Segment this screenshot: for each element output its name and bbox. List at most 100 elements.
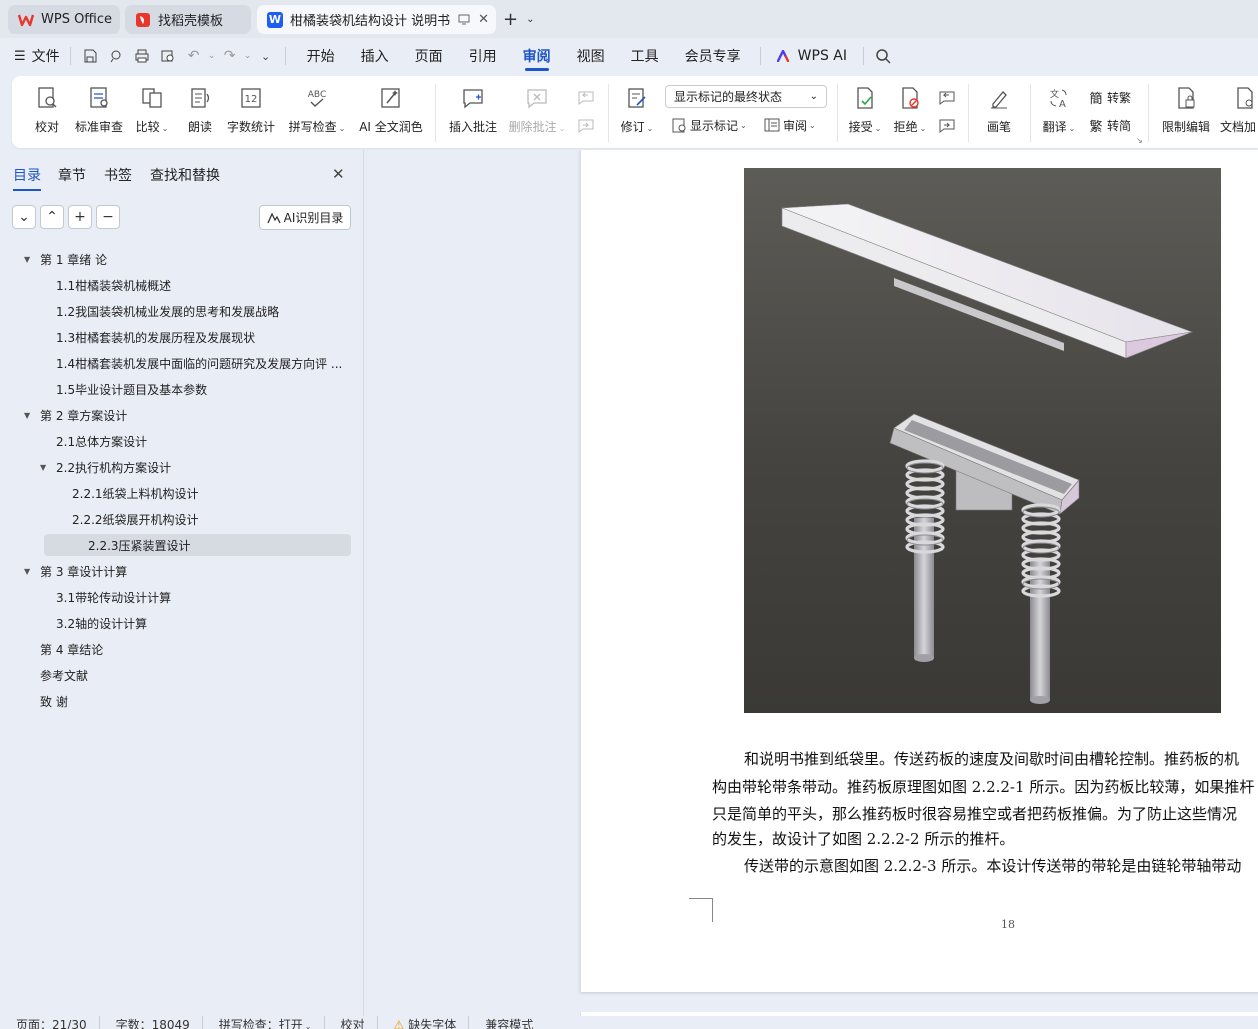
restrict-editing-button[interactable]: 限制编辑	[1158, 76, 1214, 148]
tab-wps-office[interactable]: WPS Office	[8, 5, 120, 34]
track-changes-button[interactable]: 修订 ⌄	[618, 76, 656, 148]
document-area[interactable]: 和说明书推到纸袋里。传送药板的速度及间歇时间由槽轮控制。推药板的机 构由带轮带条…	[364, 150, 1258, 1016]
collapse-up-button[interactable]: ⌃	[40, 205, 64, 229]
chevron-down-icon: ⌄	[809, 91, 818, 102]
menu-review[interactable]: 审阅	[510, 38, 564, 74]
expand-triangle-icon[interactable]: ▼	[40, 463, 50, 472]
toc-item[interactable]: 1.4柑橘套装机发展中面临的问题研究及发展方向评 ...	[40, 352, 342, 374]
traditional-icon: 簡	[1089, 91, 1103, 107]
toc-item[interactable]: 致 谢	[24, 690, 68, 712]
read-aloud-button[interactable]: 朗读	[184, 76, 216, 148]
next-comment-icon[interactable]	[577, 114, 595, 136]
tab-template[interactable]: 找稻壳模板	[125, 5, 251, 34]
delete-comment-button[interactable]: 删除批注 ⌄	[508, 76, 566, 148]
doc-auth-button[interactable]: 文档加	[1220, 76, 1258, 148]
menu-tools[interactable]: 工具	[618, 38, 672, 74]
accept-button[interactable]: 接受 ⌄	[846, 76, 884, 148]
wps-logo-icon	[18, 12, 34, 28]
undo-icon[interactable]: ↶	[181, 43, 207, 69]
prev-change-icon[interactable]	[938, 86, 956, 108]
toc-item[interactable]: 3.2轴的设计计算	[40, 612, 147, 634]
insert-comment-button[interactable]: 插入批注	[448, 76, 498, 148]
toc-item[interactable]: 2.2.2纸袋展开机构设计	[56, 508, 199, 530]
print-preview-icon[interactable]	[155, 43, 181, 69]
toc-item[interactable]: ▼ 第 2 章方案设计	[24, 404, 127, 426]
pen-button[interactable]: 画笔	[982, 76, 1016, 148]
status-page[interactable]: 页面：21/30	[0, 1016, 100, 1029]
review-pane-button[interactable]: 审阅 ⌄	[764, 114, 816, 136]
expand-triangle-icon[interactable]: ▼	[24, 411, 34, 420]
toc-item[interactable]: 2.2.3压紧装置设计	[44, 534, 351, 556]
tab-document[interactable]: W 柑橘装袋机结构设计 说明书 ✕	[257, 5, 496, 34]
wps-ai-label: WPS AI	[797, 48, 847, 64]
to-simplified-button[interactable]: 繁 转简	[1088, 114, 1131, 136]
ribbon-review: 校对 标准审查 比较 ⌄ 朗读 12 字数统计 ABC 拼写检查 ⌄ AI 全文润色…	[12, 76, 1258, 148]
toc-item[interactable]: 1.2我国装袋机械业发展的思考和发展战略	[40, 300, 279, 322]
compare-button[interactable]: 比较 ⌄	[134, 76, 170, 148]
body-line: 和说明书推到纸袋里。传送药板的速度及间歇时间由槽轮控制。推药板的机	[744, 750, 1240, 768]
proofread-button[interactable]: 校对	[30, 76, 64, 148]
toc-item[interactable]: 1.1柑橘装袋机械概述	[40, 274, 171, 296]
more-chevron-icon[interactable]: ⌄	[253, 43, 279, 69]
status-missing-font[interactable]: ⚠ 缺失字体	[378, 1016, 470, 1029]
redo-icon[interactable]: ↷	[217, 43, 243, 69]
toc-item[interactable]: 参考文献	[24, 664, 88, 686]
add-heading-button[interactable]: +	[68, 205, 92, 229]
expand-triangle-icon[interactable]: ▼	[24, 255, 34, 264]
file-menu[interactable]: ☰ 文件	[14, 46, 60, 66]
menu-page[interactable]: 页面	[402, 38, 456, 74]
remove-heading-button[interactable]: −	[96, 205, 120, 229]
toc-item[interactable]: 3.1带轮传动设计计算	[40, 586, 171, 608]
toc-item[interactable]: ▼ 第 3 章设计计算	[24, 560, 127, 582]
menu-insert[interactable]: 插入	[348, 38, 402, 74]
reject-button[interactable]: 拒绝 ⌄	[891, 76, 929, 148]
nav-tab-toc[interactable]: 目录	[13, 165, 41, 191]
wps-ai-button[interactable]: WPS AI	[767, 38, 857, 74]
expand-down-button[interactable]: ⌄	[12, 205, 36, 229]
search-icon[interactable]	[870, 43, 896, 69]
print-icon[interactable]	[129, 43, 155, 69]
toc-item[interactable]: 1.5毕业设计题目及基本参数	[40, 378, 207, 400]
word-count-icon: 12	[238, 85, 264, 111]
toc-item-label: 致 谢	[40, 694, 68, 709]
export-icon[interactable]	[103, 43, 129, 69]
nav-tab-bookmarks[interactable]: 书签	[104, 165, 132, 185]
word-count-button[interactable]: 12 字数统计	[226, 76, 276, 148]
toc-item[interactable]: 2.2.1纸袋上料机构设计	[56, 482, 199, 504]
prev-comment-icon[interactable]	[577, 86, 595, 108]
next-change-icon[interactable]	[938, 114, 956, 136]
undo-dropdown-icon[interactable]: ⌄	[207, 43, 217, 69]
markup-mode-select[interactable]: 显示标记的最终状态 ⌄	[665, 85, 827, 108]
document-page[interactable]: 和说明书推到纸袋里。传送药板的速度及间歇时间由槽轮控制。推药板的机 构由带轮带条…	[580, 150, 1258, 992]
menu-start[interactable]: 开始	[294, 38, 348, 74]
monitor-icon[interactable]	[458, 14, 470, 25]
menu-references[interactable]: 引用	[456, 38, 510, 74]
toc-item[interactable]: 2.1总体方案设计	[40, 430, 147, 452]
status-spell-check[interactable]: 拼写检查：打开 ⌄	[203, 1016, 325, 1029]
redo-dropdown-icon[interactable]: ⌄	[243, 43, 253, 69]
menu-view[interactable]: 视图	[564, 38, 618, 74]
nav-tab-find-replace[interactable]: 查找和替换	[150, 165, 220, 185]
ai-toc-button[interactable]: AI识别目录	[259, 205, 351, 230]
status-proofread[interactable]: 校对	[325, 1016, 378, 1029]
standard-review-button[interactable]: 标准审查	[74, 76, 124, 148]
nav-tab-chapters[interactable]: 章节	[58, 165, 86, 185]
save-icon[interactable]	[77, 43, 103, 69]
close-tab-icon[interactable]: ✕	[478, 12, 489, 27]
expand-triangle-icon[interactable]: ▼	[24, 567, 34, 576]
toc-item[interactable]: 第 4 章结论	[24, 638, 103, 660]
toc-item[interactable]: ▼ 2.2执行机构方案设计	[40, 456, 171, 478]
ai-polish-button[interactable]: AI 全文润色	[358, 76, 424, 148]
new-tab-icon[interactable]: +	[503, 9, 518, 30]
to-traditional-button[interactable]: 簡 转繁	[1088, 86, 1131, 108]
toc-item[interactable]: ▼ 第 1 章绪 论	[24, 248, 107, 270]
translate-button[interactable]: 文A 翻译 ⌄	[1040, 76, 1078, 148]
chevron-down-icon[interactable]: ⌄	[526, 14, 534, 25]
close-pane-icon[interactable]: ✕	[332, 165, 345, 183]
show-markup-button[interactable]: 显示标记 ⌄	[671, 114, 747, 136]
status-word-count[interactable]: 字数：18049	[100, 1016, 203, 1029]
dialog-launcher-icon[interactable]: ↘	[1136, 136, 1143, 145]
toc-item[interactable]: 1.3柑橘套装机的发展历程及发展现状	[40, 326, 255, 348]
menu-member[interactable]: 会员专享	[672, 38, 754, 74]
spell-check-button[interactable]: ABC 拼写检查 ⌄	[286, 76, 348, 148]
